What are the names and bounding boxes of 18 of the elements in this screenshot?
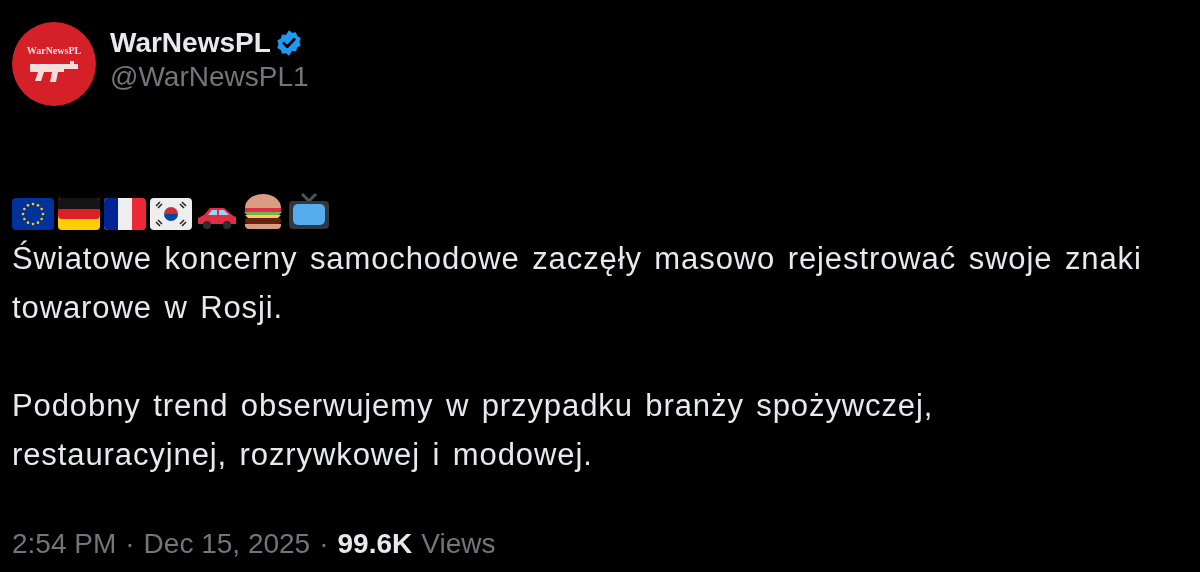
avatar-text: WarNewsPL bbox=[26, 44, 82, 56]
separator-dot: · bbox=[319, 528, 329, 560]
separator-dot: · bbox=[125, 528, 135, 560]
post-date[interactable]: Dec 15, 2025 bbox=[143, 528, 311, 560]
france-flag-icon bbox=[104, 198, 146, 230]
tweet-paragraph: Podobny trend obserwujemy w przypadku branży spożywczej, restauracyjnej, rozrywkowej i modowej. bbox=[12, 387, 935, 474]
tv-icon bbox=[288, 192, 330, 230]
author-name[interactable]: WarNewsPL bbox=[110, 27, 271, 59]
germany-flag-icon bbox=[58, 198, 100, 230]
views-count: 99.6K bbox=[337, 528, 413, 560]
tweet-paragraph: Światowe koncerny samochodowe zaczęły masowo rejestrować swoje znaki towarowe w Rosji. bbox=[12, 239, 1142, 327]
author-handle[interactable]: @WarNewsPL1 bbox=[110, 61, 309, 93]
burger-icon bbox=[242, 192, 284, 230]
korea-flag-icon bbox=[150, 198, 192, 230]
post-time[interactable]: 2:54 PM bbox=[12, 528, 117, 560]
views-label: Views bbox=[421, 528, 496, 560]
avatar[interactable]: WarNewsPL bbox=[12, 22, 96, 106]
eu-flag-icon bbox=[12, 198, 54, 230]
